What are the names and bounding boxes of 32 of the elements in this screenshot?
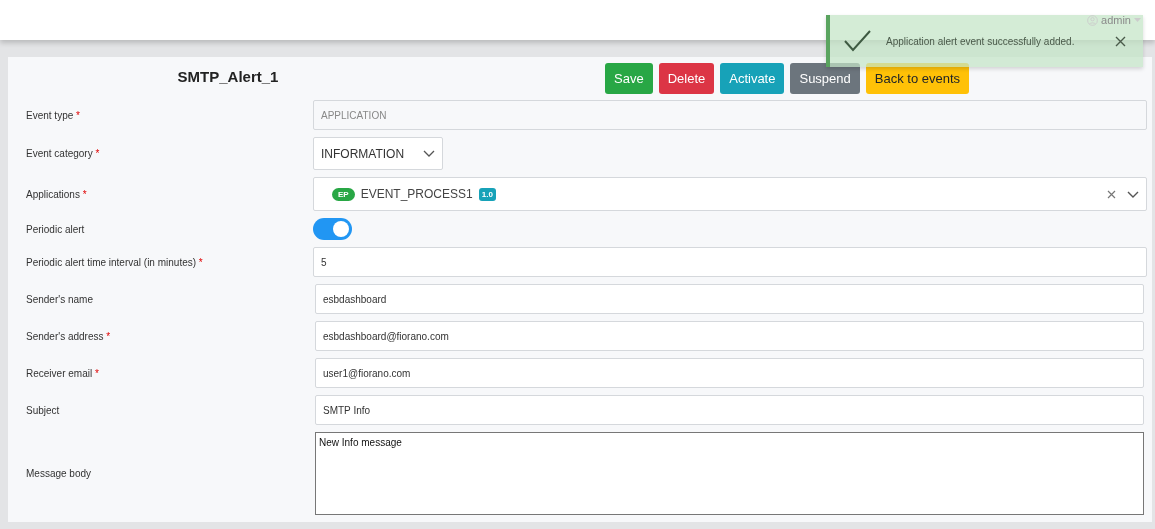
field-label: Receiver email * [25,367,100,379]
clear-icon[interactable] [1107,189,1116,199]
close-icon[interactable] [1115,35,1126,47]
field-label: Periodic alert time interval (in minutes) * [25,256,204,268]
field-label: Sender's address * [25,330,112,342]
message-textarea[interactable]: New Info message [315,432,1144,515]
field-label: Event type * [25,109,81,121]
text-field[interactable]: user1@fiorano.com [315,358,1144,388]
field-label: Periodic alert [25,223,86,235]
toggle-switch[interactable] [313,218,352,240]
field-label: Message body [25,468,93,479]
text-field[interactable]: esbdashboard [315,284,1144,314]
text-field[interactable]: 5 [313,247,1147,277]
category-dropdown[interactable]: INFORMATION [313,137,443,170]
action-button[interactable]: Delete [658,63,715,94]
field-label: Event category * [25,148,101,159]
field-label: Subject [25,404,61,416]
checkmark-icon [844,30,872,52]
chevron-down-icon [423,150,435,157]
user-icon [1087,14,1099,26]
application-name: EVENT_PROCESS1 [360,187,473,201]
form-title: SMTP_Alert_1 [176,67,280,85]
text-field[interactable]: SMTP Info [315,395,1144,425]
field-label: Sender's name [25,293,94,305]
action-button[interactable]: Suspend [790,63,860,94]
field-label: Applications * [25,188,88,200]
applications-select[interactable]: EP EVENT_PROCESS1 1.0 [313,177,1147,211]
chevron-down-icon[interactable] [1127,190,1139,198]
text-field[interactable]: esbdashboard@fiorano.com [315,321,1144,351]
type-badge: EP [332,187,355,201]
version-badge: 1.0 [478,187,496,201]
toast-message: Application alert event successfully added. [886,35,1076,47]
